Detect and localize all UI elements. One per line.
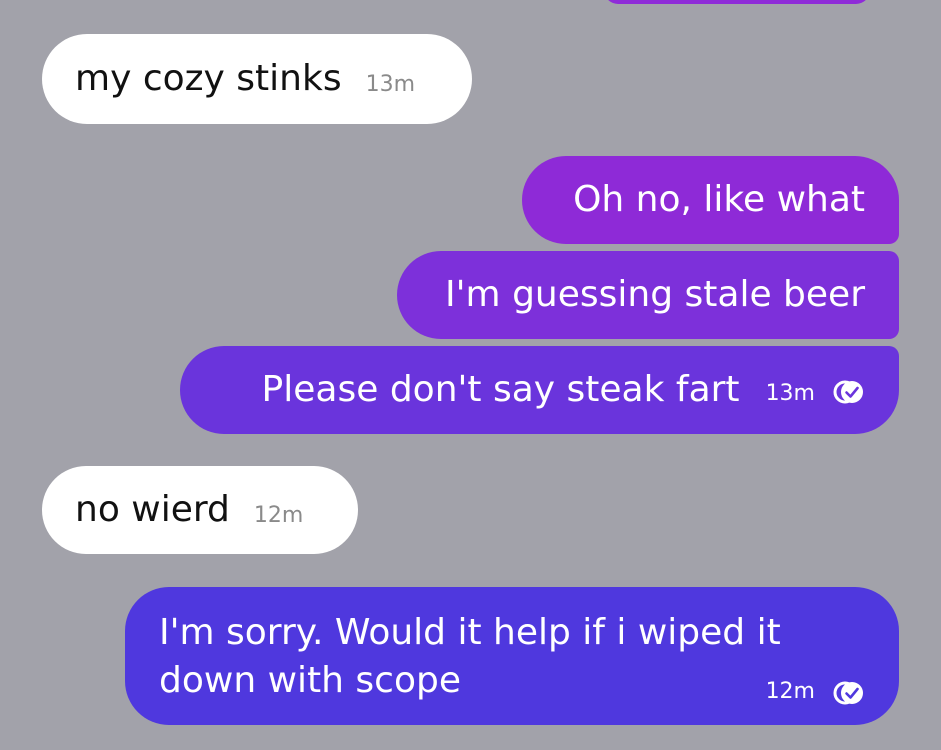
message-bubble-outgoing[interactable]: Oh no, like what: [522, 156, 899, 244]
message-text: I'm sorry. Would it help if i wiped it d…: [159, 612, 781, 701]
previous-message-bubble-edge: [604, 0, 870, 4]
message-bubble-incoming[interactable]: my cozy stinks 13m: [42, 34, 472, 124]
message-text: my cozy stinks: [75, 58, 342, 99]
message-text: Please don't say steak fart: [261, 369, 740, 410]
message-meta: 12m: [766, 675, 865, 707]
message-timestamp: 13m: [365, 71, 416, 97]
read-receipt-icon: [833, 378, 865, 406]
message-timestamp: 12m: [253, 502, 304, 528]
message-timestamp: 12m: [765, 678, 815, 704]
message-bubble-incoming[interactable]: no wierd 12m: [42, 466, 358, 554]
message-text: Oh no, like what: [573, 179, 865, 220]
message-bubble-outgoing[interactable]: Please don't say steak fart 13m: [180, 346, 899, 434]
message-bubble-outgoing[interactable]: I'm guessing stale beer: [397, 251, 899, 339]
message-text: no wierd: [75, 489, 230, 530]
read-receipt-icon: [833, 679, 865, 707]
message-timestamp: 13m: [765, 380, 815, 406]
message-bubble-outgoing[interactable]: I'm sorry. Would it help if i wiped it d…: [125, 587, 899, 725]
message-text: I'm guessing stale beer: [445, 274, 865, 315]
